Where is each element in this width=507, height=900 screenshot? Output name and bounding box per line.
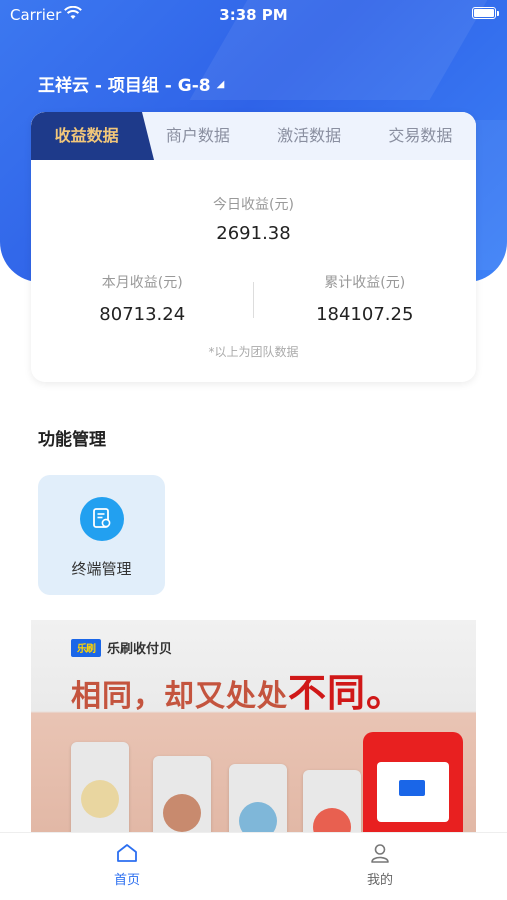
banner-slogan: 相同，却又处处不同。 [71, 662, 405, 717]
tab-mine-label: 我的 [366, 873, 393, 888]
tab-mine[interactable]: 我的 [340, 843, 420, 888]
total-earnings-value: 184107.25 [316, 304, 414, 325]
total-earnings: 累计收益(元) 184107.25 [254, 272, 477, 325]
home-icon [117, 844, 137, 862]
brand-logo: 乐刷 [71, 638, 101, 657]
battery-icon [472, 7, 499, 19]
user-icon [371, 844, 389, 863]
earnings-stats: 今日收益(元) 2691.38 本月收益(元) 80713.24 累计收益(元)… [31, 160, 476, 382]
status-bar: Carrier 3:38 PM [0, 0, 507, 30]
promo-banner[interactable]: 乐刷 乐刷收付贝 相同，却又处处不同。 [31, 620, 476, 832]
brand-name: 乐刷收付贝 [107, 642, 173, 657]
month-earnings-value: 80713.24 [99, 304, 186, 325]
product-card-image [153, 756, 211, 832]
data-tabs: 收益数据 商户数据 激活数据 交易数据 [31, 112, 476, 160]
total-earnings-label: 累计收益(元) [324, 275, 406, 291]
product-card-image [303, 770, 361, 832]
tab-activation[interactable]: 激活数据 [254, 112, 365, 160]
slogan-highlight: 不同。 [288, 671, 406, 715]
month-earnings: 本月收益(元) 80713.24 [31, 272, 254, 325]
functions-section-title: 功能管理 [38, 430, 106, 450]
terminal-management-button[interactable]: 终端管理 [38, 475, 165, 595]
product-card-image [71, 742, 129, 832]
data-card: 收益数据 商户数据 激活数据 交易数据 今日收益(元) 2691.38 本月收益… [31, 112, 476, 382]
today-earnings-value: 2691.38 [216, 223, 291, 244]
product-card-image [229, 764, 287, 832]
tab-home-label: 首页 [113, 873, 140, 888]
tab-home[interactable]: 首页 [87, 843, 167, 888]
banner-brand: 乐刷 乐刷收付贝 [71, 638, 172, 657]
team-title-text: 王祥云 - 项目组 - G-8 [38, 76, 211, 96]
bottom-tabbar: 首页 我的 [0, 832, 507, 900]
slogan-text: 相同，却又处处 [71, 679, 288, 714]
terminal-management-label: 终端管理 [71, 560, 132, 578]
clock: 3:38 PM [219, 6, 288, 24]
pos-device-image [363, 732, 463, 832]
caret-down-icon: ◢ [216, 79, 225, 90]
team-data-note: *以上为团队数据 [208, 345, 299, 359]
team-selector[interactable]: 王祥云 - 项目组 - G-8 ◢ [38, 71, 224, 96]
tab-transactions[interactable]: 交易数据 [365, 112, 476, 160]
tab-merchants[interactable]: 商户数据 [142, 112, 253, 160]
document-certificate-icon [80, 497, 124, 541]
tab-earnings[interactable]: 收益数据 [31, 112, 155, 160]
month-earnings-label: 本月收益(元) [101, 275, 183, 291]
today-earnings-label: 今日收益(元) [213, 197, 294, 213]
